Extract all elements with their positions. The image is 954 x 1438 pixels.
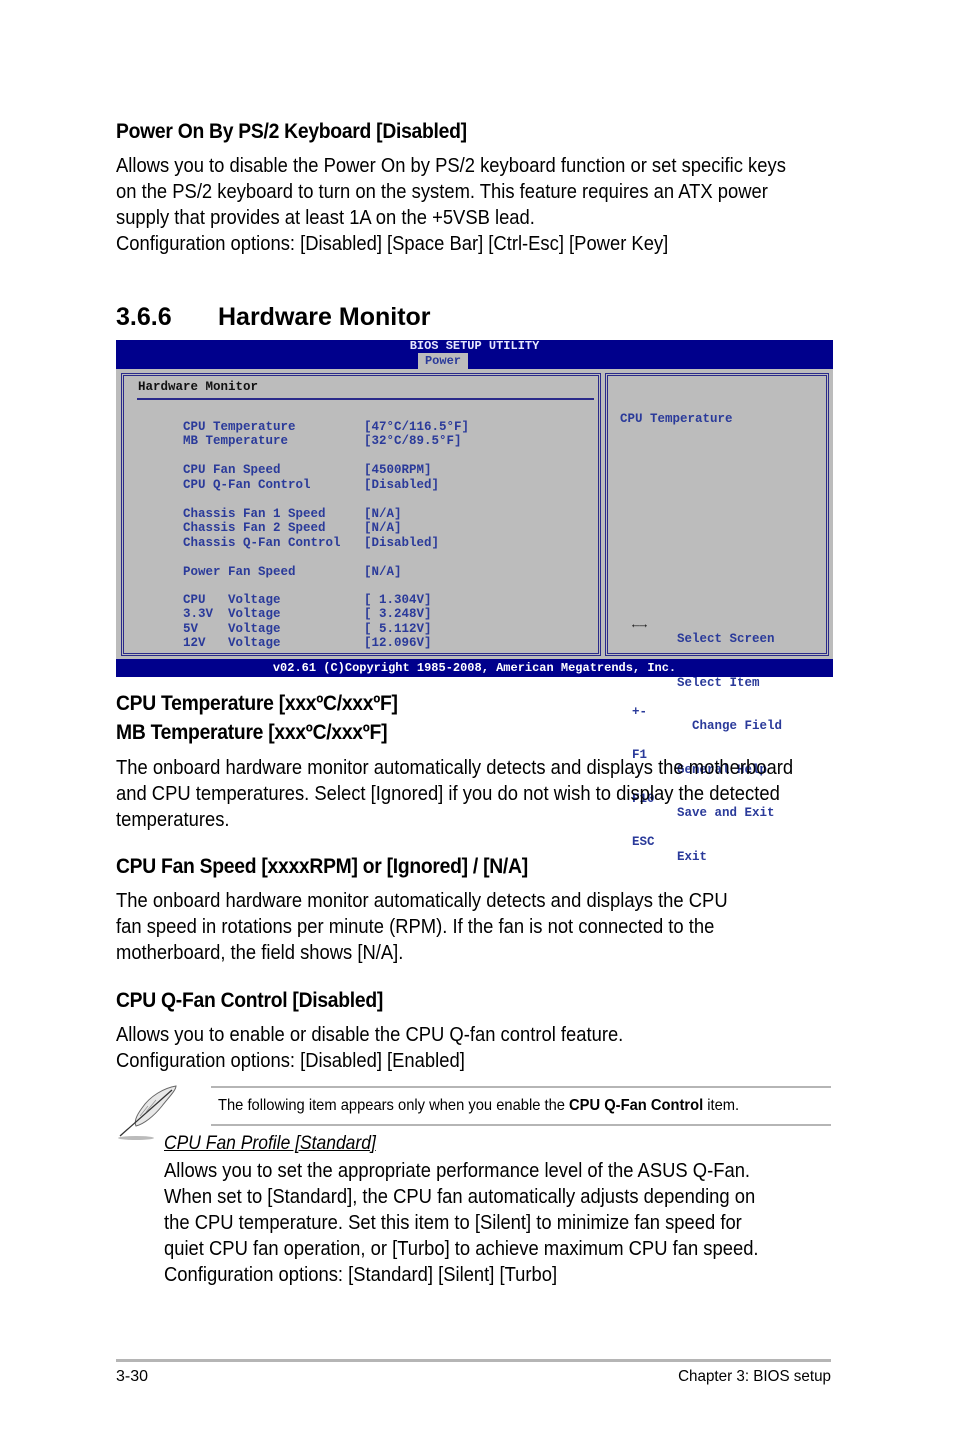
- bios-title-bar: BIOS SETUP UTILITY Power: [116, 340, 833, 369]
- note-bottom-divider: [211, 1124, 831, 1126]
- section-body-temperature: The onboard hardware monitor automatical…: [116, 755, 793, 833]
- row-label: MB Temperature: [183, 434, 289, 448]
- text-line: The onboard hardware monitor automatical…: [116, 890, 728, 912]
- text-line: Configuration options: [Disabled] [Space…: [116, 233, 669, 255]
- text-line: Allows you to set the appropriate perfor…: [164, 1160, 751, 1182]
- section-body-power-on-ps2: Allows you to disable the Power On by PS…: [116, 153, 786, 257]
- text-line: supply that provides at least 1A on the …: [116, 207, 535, 229]
- row-value: [Disabled]: [364, 477, 440, 492]
- note-text-after: item.: [703, 1097, 740, 1114]
- row-value: [ 5.112V]: [364, 621, 432, 636]
- key-legend-row: ←→ Select Screen: [632, 603, 775, 647]
- bios-help-panel: CPU Temperature ←→ Select Screen ↑↓ Sele…: [605, 373, 829, 864]
- text-line: Allows you to disable the Power On by PS…: [116, 155, 786, 177]
- text-line: fan speed in rotations per minute (RPM).…: [116, 916, 715, 938]
- left-right-arrows-icon: ←→: [632, 617, 648, 632]
- row-value: [N/A]: [364, 506, 402, 521]
- section-title: Hardware Monitor: [218, 303, 431, 331]
- key-esc: ESC: [632, 835, 655, 849]
- key-description: Change Field: [677, 719, 783, 733]
- section-heading-cpu-fan-speed: CPU Fan Speed [xxxxRPM] or [Ignored] / […: [116, 855, 528, 878]
- section-heading-cpu-fan-profile: CPU Fan Profile [Standard]: [164, 1133, 376, 1154]
- chapter-label: Chapter 3: BIOS setup: [678, 1368, 831, 1385]
- bios-tab-power[interactable]: Power: [418, 353, 468, 369]
- text-line: the CPU temperature. Set this item to [S…: [164, 1212, 742, 1234]
- row-value: [47°C/116.5°F]: [364, 419, 470, 434]
- text-line: When set to [Standard], the CPU fan auto…: [164, 1186, 756, 1208]
- section-heading-cpu-temperature: CPU Temperature [xxxºC/xxxºF]: [116, 692, 398, 715]
- row-label: 12V Voltage: [183, 636, 281, 650]
- text-line: Configuration options: [Disabled] [Enabl…: [116, 1050, 465, 1072]
- row-value: [32°C/89.5°F]: [364, 434, 462, 448]
- row-value: [4500RPM]: [364, 463, 432, 477]
- text-line: Configuration options: [Standard] [Silen…: [164, 1264, 558, 1286]
- text-line: Allows you to enable or disable the CPU …: [116, 1024, 624, 1046]
- plus-minus-icon: +-: [632, 704, 648, 719]
- text-line: motherboard, the field shows [N/A].: [116, 942, 404, 964]
- page-number: 3-30: [116, 1368, 149, 1385]
- text-line: and CPU temperatures. Select [Ignored] i…: [116, 783, 780, 805]
- bios-copyright: v02.61 (C)Copyright 1985-2008, American …: [116, 659, 833, 677]
- row-value: [ 3.248V]: [364, 607, 432, 621]
- row-label: CPU Q-Fan Control: [183, 477, 311, 492]
- note-text: The following item appears only when you…: [218, 1097, 739, 1115]
- key-description: Exit: [677, 849, 708, 864]
- row-value: [ 1.304V]: [364, 592, 432, 607]
- bios-settings-panel: Hardware Monitor CPU Temperature [47°C/11…: [121, 373, 601, 656]
- row-label: Chassis Q-Fan Control: [183, 535, 341, 550]
- key-description: Select Screen: [677, 632, 775, 646]
- key-legend-row: F1 General Help: [632, 734, 767, 777]
- section-body-cpu-fan-profile: Allows you to set the appropriate perfor…: [164, 1158, 759, 1288]
- help-title: CPU Temperature: [620, 412, 733, 426]
- bios-divider: [137, 398, 594, 400]
- bios-title: BIOS SETUP UTILITY: [409, 339, 540, 353]
- row-value: [Disabled]: [364, 535, 440, 550]
- section-heading-mb-temperature: MB Temperature [xxxºC/xxxºF]: [116, 721, 388, 744]
- text-line: on the PS/2 keyboard to turn on the syst…: [116, 181, 768, 203]
- footer-divider: [116, 1359, 831, 1362]
- section-heading-power-on-ps2: Power On By PS/2 Keyboard [Disabled]: [116, 120, 467, 143]
- row-value: [N/A]: [364, 564, 402, 579]
- note-text-bold: CPU Q-Fan Control: [569, 1097, 704, 1114]
- note-text-before: The following item appears only when you…: [218, 1097, 570, 1114]
- section-heading-cpu-qfan-control: CPU Q-Fan Control [Disabled]: [116, 989, 384, 1012]
- key-description: Select Item: [677, 675, 760, 690]
- row-value: [N/A]: [364, 521, 402, 535]
- section-body-cpu-qfan-control: Allows you to enable or disable the CPU …: [116, 1022, 623, 1074]
- bios-screen: BIOS SETUP UTILITY Power Hardware Monito…: [116, 340, 833, 864]
- row-value: [12.096V]: [364, 636, 432, 650]
- section-body-cpu-fan-speed: The onboard hardware monitor automatical…: [116, 888, 728, 966]
- text-line: The onboard hardware monitor automatical…: [116, 757, 794, 779]
- text-line: temperatures.: [116, 809, 230, 831]
- bios-panel-heading: Hardware Monitor: [138, 380, 259, 394]
- key-legend-row: +- Change Field: [632, 690, 782, 734]
- section-number: 3.6.6: [116, 303, 172, 331]
- row-label: Power Fan Speed: [183, 564, 296, 579]
- note-top-divider: [211, 1086, 831, 1088]
- text-line: quiet CPU fan operation, or [Turbo] to a…: [164, 1238, 759, 1260]
